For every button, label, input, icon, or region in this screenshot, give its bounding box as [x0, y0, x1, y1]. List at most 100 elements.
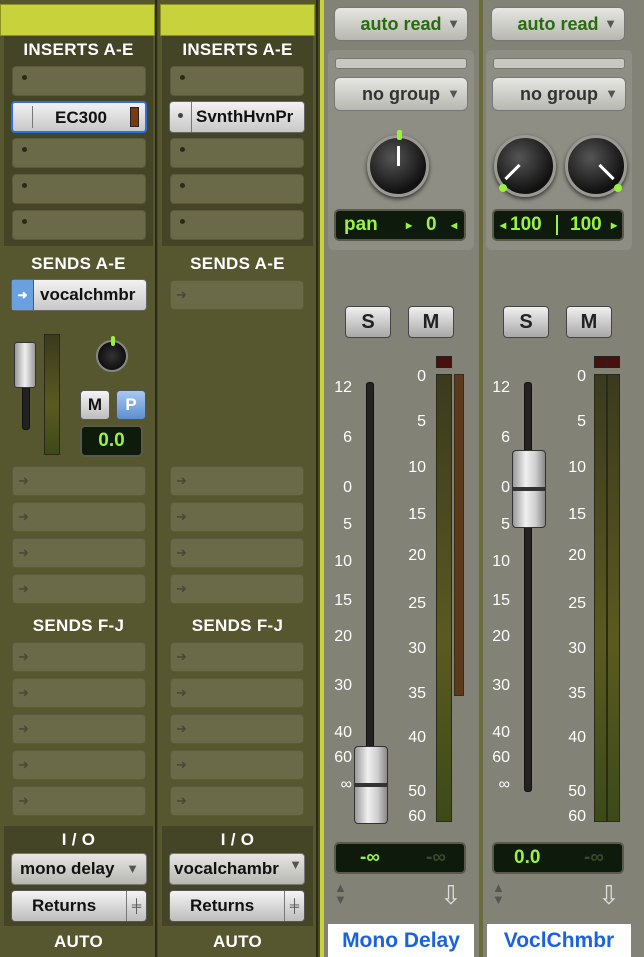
stereo-fader-track [524, 382, 532, 792]
chevron-down-icon: ▼ [447, 86, 460, 101]
stereo-record-bar [493, 58, 625, 69]
stereo-mute-button[interactable]: M [566, 306, 612, 338]
send-arrow-icon: ➜ [176, 473, 187, 488]
mono-resize-arrows-icon[interactable]: ▲ ▼ [334, 881, 347, 906]
send-slot-c[interactable]: ➜ [170, 502, 304, 532]
knob-pointer-icon [504, 163, 521, 181]
strip-2-auto-header: AUTO [212, 932, 263, 951]
send-slot-j[interactable]: ➜ [170, 786, 304, 816]
automation-label: auto read [517, 14, 599, 34]
slot-dot-icon [22, 219, 27, 224]
send-pre-button[interactable]: P [116, 390, 146, 420]
send-slot-f[interactable]: ➜ [12, 642, 146, 672]
strip-2-header-bar [160, 4, 315, 36]
stereo-pan-left-knob[interactable] [494, 135, 556, 197]
scale-tick-label: 20 [568, 547, 586, 564]
insert-plugin-svnthhvnpr[interactable]: SvnthHvnPr [169, 101, 305, 133]
send-mute-button[interactable]: M [80, 390, 110, 420]
send-pan-knob[interactable] [96, 336, 128, 372]
send-slot-a[interactable]: ➜ [170, 280, 304, 310]
send-slot-d[interactable]: ➜ [12, 538, 146, 568]
send-slot-h[interactable]: ➜ [12, 714, 146, 744]
slot-dot-icon [180, 183, 185, 188]
stereo-clip-indicator-left[interactable] [594, 356, 607, 368]
strip-2-input-selector[interactable]: vocalchambr ▼ [169, 853, 305, 885]
scale-tick-label: 5 [417, 413, 426, 430]
send-slot-b[interactable]: ➜ [12, 466, 146, 496]
send-slot-h[interactable]: ➜ [170, 714, 304, 744]
strip-1-output-selector[interactable]: Returns ╪ [11, 890, 147, 922]
mono-down-arrow-icon[interactable]: ⇩ [440, 880, 462, 911]
send-arrow-icon: ➜ [18, 649, 29, 664]
send-arrow-icon: ➜ [176, 287, 187, 302]
mono-volume-display: -∞ -∞ [334, 842, 466, 874]
mono-group-selector[interactable]: no group ▼ [334, 77, 468, 111]
scale-tick-label: 5 [343, 516, 352, 533]
insert-slot-c[interactable] [12, 138, 146, 168]
strip-1-input-selector[interactable]: mono delay ▼ [11, 853, 147, 885]
insert-slot-e[interactable] [170, 210, 304, 240]
send-a-vocalchmbr[interactable]: ➜ vocalchmbr [11, 279, 147, 311]
knob-indicator-icon [499, 184, 507, 192]
pan-arrow-right-icon: ▸ [611, 218, 618, 232]
stereo-resize-arrows-icon[interactable]: ▲ ▼ [492, 881, 505, 906]
stereo-automation-selector[interactable]: auto read ▼ [491, 7, 625, 41]
stereo-clip-indicator-right[interactable] [607, 356, 620, 368]
knob-indicator-icon [397, 130, 402, 140]
mono-mute-button[interactable]: M [408, 306, 454, 338]
scale-tick-label: 10 [334, 553, 352, 570]
scale-tick-label: 0 [577, 368, 586, 385]
insert-slot-a[interactable] [170, 66, 304, 96]
strip-1-auto-header: AUTO [53, 932, 104, 951]
strip-1-sends-ae-header: SENDS A-E [31, 254, 126, 273]
insert-slot-a[interactable] [12, 66, 146, 96]
send-slot-f[interactable]: ➜ [170, 642, 304, 672]
insert-slot-d[interactable] [12, 174, 146, 204]
send-slot-d[interactable]: ➜ [170, 538, 304, 568]
send-slot-e[interactable]: ➜ [12, 574, 146, 604]
send-slot-i[interactable]: ➜ [12, 750, 146, 780]
peak-value: -∞ [584, 847, 604, 868]
send-arrow-icon: ➜ [176, 685, 187, 700]
send-slot-c[interactable]: ➜ [12, 502, 146, 532]
insert-plugin-ec300[interactable]: EC300 [11, 101, 147, 133]
mono-pan-knob[interactable] [367, 130, 429, 197]
pan-label: pan [344, 214, 378, 235]
stereo-group-selector[interactable]: no group ▼ [492, 77, 626, 111]
output-label: Returns [32, 896, 97, 915]
send-slot-j[interactable]: ➜ [12, 786, 146, 816]
strip-2-output-selector[interactable]: Returns ╪ [169, 890, 305, 922]
send-slot-e[interactable]: ➜ [170, 574, 304, 604]
pan-right-value: 100 [570, 214, 602, 235]
insert-slot-d[interactable] [170, 174, 304, 204]
stereo-volume-fader[interactable] [512, 450, 546, 528]
send-fader-handle[interactable] [14, 342, 36, 388]
chevron-down-icon: ▼ [126, 861, 139, 876]
stereo-solo-button[interactable]: S [503, 306, 549, 338]
stereo-down-arrow-icon[interactable]: ⇩ [598, 880, 620, 911]
scale-tick-label: 40 [568, 729, 586, 746]
scale-tick-label: 15 [408, 506, 426, 523]
strip-1-io-header: I / O [61, 830, 96, 849]
send-slot-b[interactable]: ➜ [170, 466, 304, 496]
plugin-name: EC300 [55, 108, 107, 127]
scale-tick-label: 15 [568, 506, 586, 523]
mono-solo-button[interactable]: S [345, 306, 391, 338]
pan-left-value: 100 [510, 214, 542, 235]
stereo-channel-name[interactable]: VoclChmbr [487, 924, 631, 957]
group-label: no group [362, 84, 440, 104]
mono-clip-indicator[interactable] [436, 356, 452, 368]
send-slot-g[interactable]: ➜ [170, 678, 304, 708]
mono-channel-name[interactable]: Mono Delay [328, 924, 474, 957]
send-slot-g[interactable]: ➜ [12, 678, 146, 708]
mono-volume-fader[interactable] [354, 746, 388, 824]
insert-slot-c[interactable] [170, 138, 304, 168]
strip-1-inserts-header: INSERTS A-E [23, 40, 134, 59]
pan-arrow-left-icon: ◂ [500, 218, 507, 232]
scale-tick-label: 50 [568, 783, 586, 800]
pan-arrow-right-icon: ▸ [406, 218, 413, 232]
mono-automation-selector[interactable]: auto read ▼ [334, 7, 468, 41]
insert-slot-e[interactable] [12, 210, 146, 240]
send-slot-i[interactable]: ➜ [170, 750, 304, 780]
stereo-pan-right-knob[interactable] [565, 135, 627, 197]
